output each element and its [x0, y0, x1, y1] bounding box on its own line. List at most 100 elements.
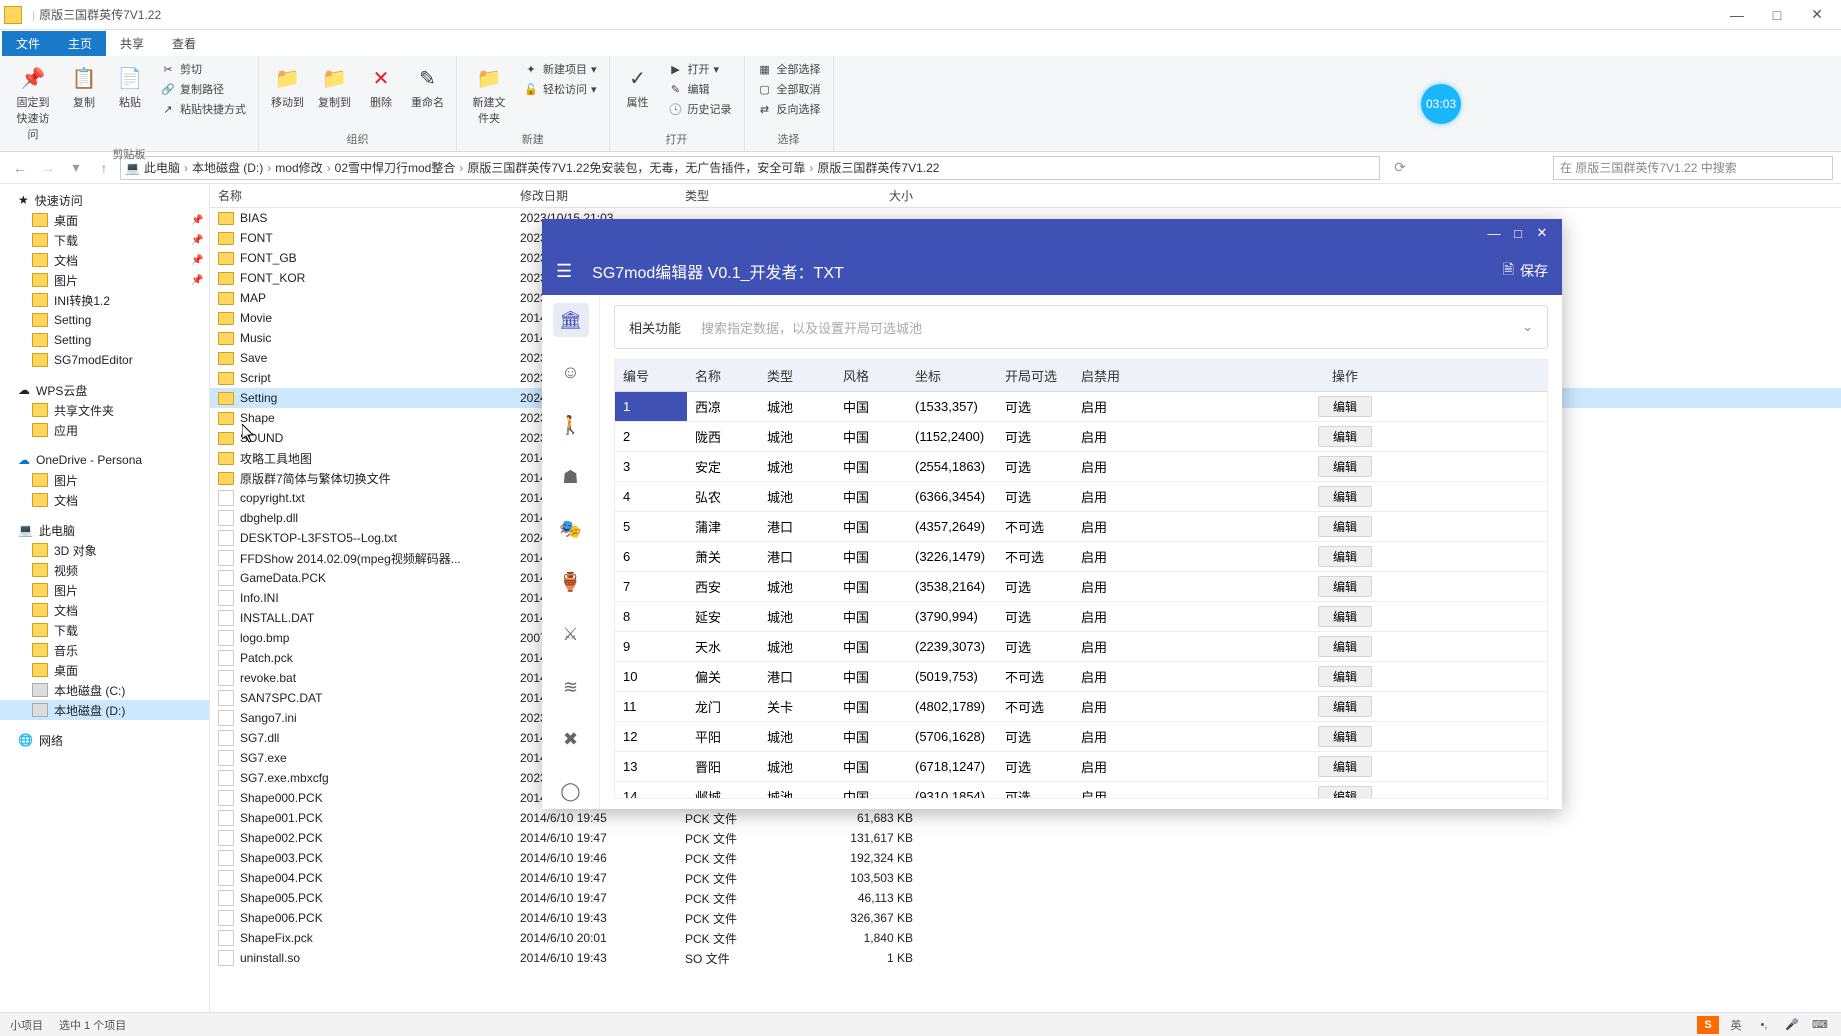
table-header[interactable]: 风格	[835, 360, 907, 392]
header-name[interactable]: 名称	[210, 187, 520, 204]
sidebar-onedrive-item[interactable]: 文档	[0, 490, 209, 510]
table-row[interactable]: 7西安城池中国(3538,2164)可选启用编辑	[615, 572, 1547, 602]
sidebar-pc-item[interactable]: 音乐	[0, 640, 209, 660]
edit-row-button[interactable]: 编辑	[1318, 546, 1372, 567]
edit-row-button[interactable]: 编辑	[1318, 606, 1372, 627]
sidebar-quick-item[interactable]: INI转换1.2	[0, 290, 209, 310]
table-row[interactable]: 1西凉城池中国(1533,357)可选启用编辑	[615, 392, 1547, 422]
minimize-button[interactable]: —	[1717, 0, 1757, 30]
sidebar-pc-item[interactable]: 3D 对象	[0, 540, 209, 560]
select-none-button[interactable]: ▢全部取消	[753, 80, 825, 98]
file-row[interactable]: Shape001.PCK2014/6/10 19:45PCK 文件61,683 …	[210, 808, 1841, 828]
paste-button[interactable]: 📄 粘贴	[110, 60, 150, 112]
file-row[interactable]: uninstall.so2014/6/10 19:43SO 文件1 KB	[210, 948, 1841, 968]
edit-row-button[interactable]: 编辑	[1318, 726, 1372, 747]
properties-button[interactable]: ✓属性	[618, 60, 658, 112]
edit-row-button[interactable]: 编辑	[1318, 696, 1372, 717]
ime-punct-icon[interactable]: •,	[1753, 1016, 1775, 1034]
sidebar-quick-item[interactable]: 桌面📌	[0, 210, 209, 230]
history-button[interactable]: 🕓历史记录	[664, 100, 736, 118]
table-row[interactable]: 10偏关港口中国(5019,753)不可选启用编辑	[615, 662, 1547, 692]
breadcrumb-segment[interactable]: ›02雪中悍刀行mod整合	[323, 159, 456, 176]
sidenav-city-icon[interactable]: 🏛	[553, 303, 589, 337]
refresh-button[interactable]: ⟳	[1388, 156, 1412, 180]
table-row[interactable]: 4弘农城池中国(6366,3454)可选启用编辑	[615, 482, 1547, 512]
address-path[interactable]: 💻此电脑›本地磁盘 (D:)›mod修改›02雪中悍刀行mod整合›原版三国群英…	[120, 156, 1380, 180]
select-all-button[interactable]: ▦全部选择	[753, 60, 825, 78]
sidenav-walk-icon[interactable]: 🚶	[553, 408, 589, 442]
edit-row-button[interactable]: 编辑	[1318, 576, 1372, 597]
file-row[interactable]: Shape004.PCK2014/6/10 19:47PCK 文件103,503…	[210, 868, 1841, 888]
search-input[interactable]: 在 原版三国群英传7V1.22 中搜索	[1553, 156, 1833, 180]
tab-file[interactable]: 文件	[2, 31, 54, 56]
sidebar-quick-item[interactable]: SG7modEditor	[0, 350, 209, 370]
copy-button[interactable]: 📋 复制	[64, 60, 104, 112]
invert-button[interactable]: ⇄反向选择	[753, 100, 825, 118]
sidebar-quick-item[interactable]: 图片📌	[0, 270, 209, 290]
edit-row-button[interactable]: 编辑	[1318, 786, 1372, 799]
ime-mic-icon[interactable]: 🎤	[1781, 1016, 1803, 1034]
sidebar-quick-item[interactable]: Setting	[0, 310, 209, 330]
sidenav-user-icon[interactable]: ◯	[553, 775, 589, 809]
table-row[interactable]: 14邺城城池中国(9310,1854)可选启用编辑	[615, 782, 1547, 800]
copy-path-button[interactable]: 🔗复制路径	[156, 80, 250, 98]
save-button[interactable]: 🗎 保存	[1503, 259, 1548, 283]
copy-to-button[interactable]: 📁复制到	[314, 60, 355, 112]
sidebar-pc-item[interactable]: 本地磁盘 (D:)	[0, 700, 209, 720]
breadcrumb-segment[interactable]: ›原版三国群英传7V1.22	[805, 159, 939, 176]
table-header[interactable]: 类型	[759, 360, 835, 392]
table-row[interactable]: 6萧关港口中国(3226,1479)不可选启用编辑	[615, 542, 1547, 572]
table-row[interactable]: 2陇西城池中国(1152,2400)可选启用编辑	[615, 422, 1547, 452]
wps-cloud[interactable]: ☁WPS云盘	[0, 380, 209, 400]
header-date[interactable]: 修改日期	[520, 187, 685, 204]
editor-close[interactable]: ✕	[1530, 225, 1554, 241]
this-pc[interactable]: 💻此电脑	[0, 520, 209, 540]
table-row[interactable]: 12平阳城池中国(5706,1628)可选启用编辑	[615, 722, 1547, 752]
breadcrumb-segment[interactable]: ›mod修改	[263, 159, 322, 176]
back-button[interactable]: ←	[8, 156, 32, 180]
edit-row-button[interactable]: 编辑	[1318, 636, 1372, 657]
open-button[interactable]: ▶打开▾	[664, 60, 736, 78]
shared-folder[interactable]: 共享文件夹	[0, 400, 209, 420]
file-row[interactable]: Shape002.PCK2014/6/10 19:47PCK 文件131,617…	[210, 828, 1841, 848]
file-row[interactable]: Shape005.PCK2014/6/10 19:47PCK 文件46,113 …	[210, 888, 1841, 908]
edit-row-button[interactable]: 编辑	[1318, 756, 1372, 777]
new-item-button[interactable]: ✦新建项目▾	[519, 60, 601, 78]
file-row[interactable]: Shape006.PCK2014/6/10 19:43PCK 文件326,367…	[210, 908, 1841, 928]
network[interactable]: 🌐网络	[0, 730, 209, 750]
rename-button[interactable]: ✎重命名	[407, 60, 448, 112]
sidebar-pc-item[interactable]: 下载	[0, 620, 209, 640]
onedrive[interactable]: ☁OneDrive - Persona	[0, 450, 209, 470]
sidebar-onedrive-item[interactable]: 图片	[0, 470, 209, 490]
edit-row-button[interactable]: 编辑	[1318, 516, 1372, 537]
sidebar-quick-item[interactable]: 下载📌	[0, 230, 209, 250]
editor-maximize[interactable]: □	[1506, 226, 1530, 241]
table-header[interactable]: 坐标	[907, 360, 997, 392]
sidebar-pc-item[interactable]: 本地磁盘 (C:)	[0, 680, 209, 700]
table-row[interactable]: 11龙门关卡中国(4802,1789)不可选启用编辑	[615, 692, 1547, 722]
table-header[interactable]: 操作	[1143, 360, 1547, 392]
close-button[interactable]: ✕	[1797, 0, 1837, 30]
recent-dropdown[interactable]: ▾	[64, 156, 88, 180]
search-panel[interactable]: 相关功能 搜索指定数据，以及设置开局可选城池 ⌄	[614, 305, 1548, 349]
new-folder-button[interactable]: 📁新建文件夹	[465, 60, 513, 128]
tab-home[interactable]: 主页	[54, 31, 106, 56]
chevron-down-icon[interactable]: ⌄	[1522, 319, 1533, 335]
sidenav-person-icon[interactable]: ☺	[553, 355, 589, 389]
sidenav-jar-icon[interactable]: 🏺	[553, 565, 589, 599]
sidenav-flag-icon[interactable]: ☗	[553, 460, 589, 494]
edit-row-button[interactable]: 编辑	[1318, 666, 1372, 687]
table-row[interactable]: 8延安城池中国(3790,994)可选启用编辑	[615, 602, 1547, 632]
cut-button[interactable]: ✂剪切	[156, 60, 250, 78]
ime-sogou-icon[interactable]: S	[1697, 1016, 1719, 1034]
maximize-button[interactable]: □	[1757, 0, 1797, 30]
sidebar-pc-item[interactable]: 桌面	[0, 660, 209, 680]
paste-shortcut-button[interactable]: ↗粘贴快捷方式	[156, 100, 250, 118]
table-header[interactable]: 编号	[615, 360, 687, 392]
table-header[interactable]: 名称	[687, 360, 759, 392]
ime-lang[interactable]: 英	[1725, 1016, 1747, 1034]
pin-button[interactable]: 📌 固定到快速访问	[8, 60, 58, 144]
file-row[interactable]: ShapeFix.pck2014/6/10 20:01PCK 文件1,840 K…	[210, 928, 1841, 948]
hamburger-icon[interactable]: ☰	[556, 261, 572, 282]
sidebar-pc-item[interactable]: 图片	[0, 580, 209, 600]
